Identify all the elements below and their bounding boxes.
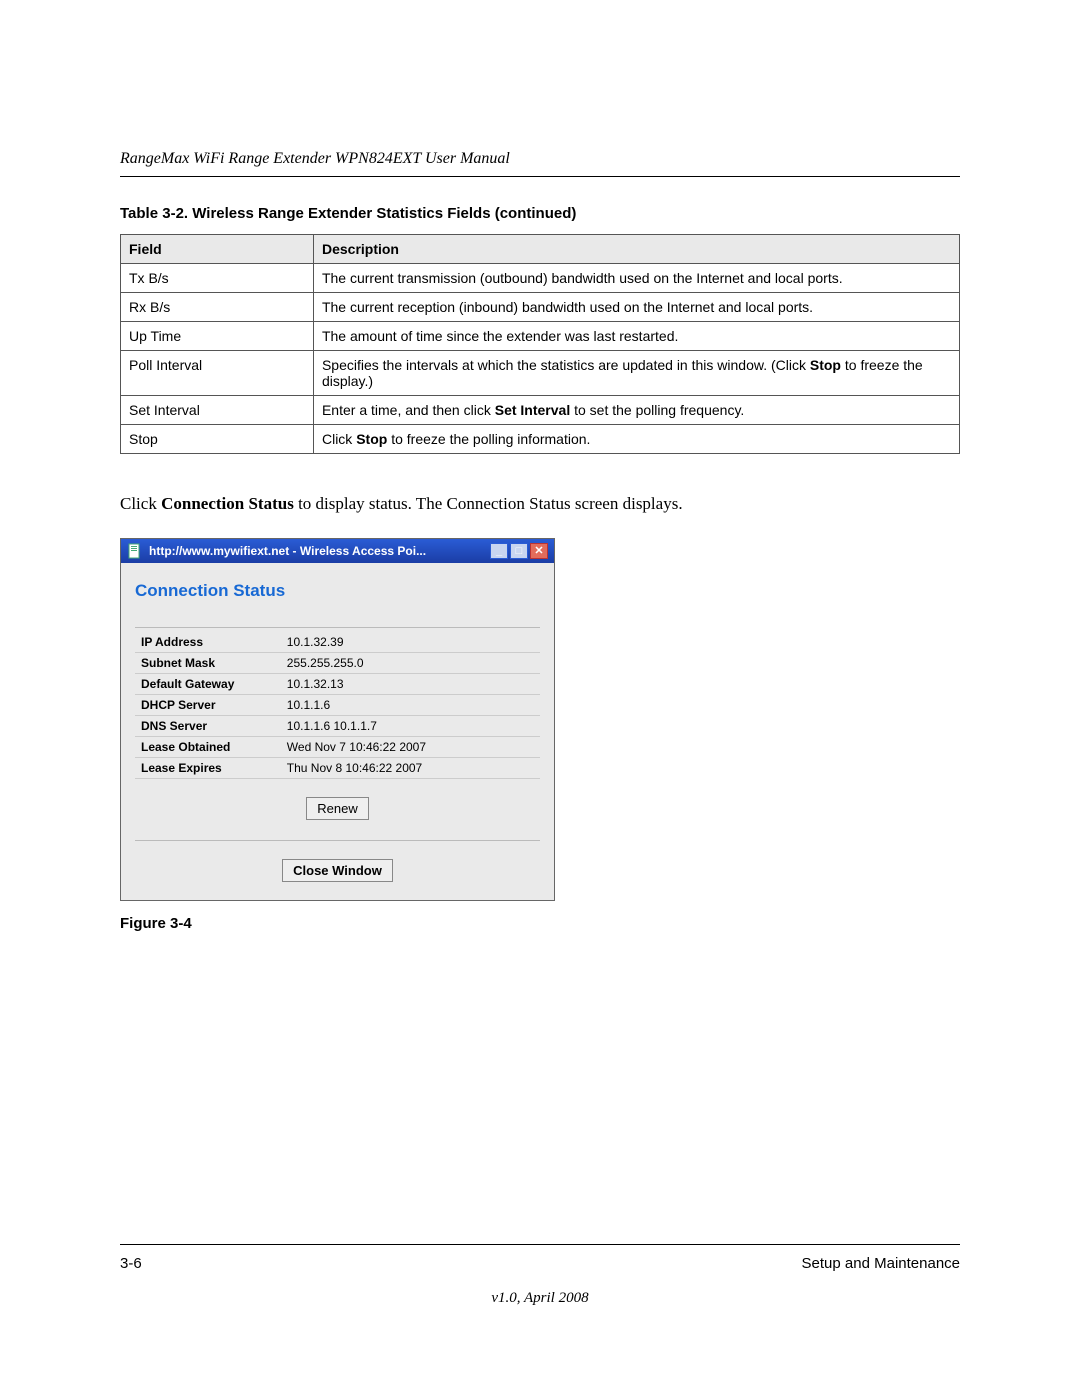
figure-caption: Figure 3-4 (120, 915, 960, 932)
connection-status-window: http://www.mywifiext.net - Wireless Acce… (120, 538, 555, 901)
conn-row: DHCP Server10.1.1.6 (135, 695, 540, 716)
cell-desc: The current transmission (outbound) band… (313, 264, 959, 293)
th-description: Description (313, 235, 959, 264)
bold-text: Set Interval (495, 402, 570, 418)
text: to freeze the polling information. (387, 431, 590, 447)
table-row: Tx B/s The current transmission (outboun… (121, 264, 960, 293)
cell-desc: Enter a time, and then click Set Interva… (313, 396, 959, 425)
cell-desc: Click Stop to freeze the polling informa… (313, 425, 959, 454)
renew-button[interactable]: Renew (306, 797, 368, 820)
cell-desc: Specifies the intervals at which the sta… (313, 351, 959, 396)
conn-row: Subnet Mask255.255.255.0 (135, 653, 540, 674)
bold-text: Stop (810, 357, 841, 373)
header-rule (120, 176, 960, 177)
cell-field: Rx B/s (121, 293, 314, 322)
text: Click (120, 494, 161, 513)
cell-desc: The current reception (inbound) bandwidt… (313, 293, 959, 322)
divider (135, 627, 540, 628)
conn-value: 10.1.32.13 (281, 674, 540, 695)
window-titlebar: http://www.mywifiext.net - Wireless Acce… (121, 539, 554, 563)
conn-value: Wed Nov 7 10:46:22 2007 (281, 737, 540, 758)
body-paragraph: Click Connection Status to display statu… (120, 494, 960, 514)
conn-label: Lease Expires (135, 758, 281, 779)
text: Enter a time, and then click (322, 402, 495, 418)
conn-row: IP Address10.1.32.39 (135, 632, 540, 653)
page-number: 3-6 (120, 1255, 142, 1272)
text: Specifies the intervals at which the sta… (322, 357, 810, 373)
connection-status-heading: Connection Status (135, 581, 540, 601)
conn-label: IP Address (135, 632, 281, 653)
page-footer: 3-6 Setup and Maintenance v1.0, April 20… (120, 1244, 960, 1307)
cell-field: Stop (121, 425, 314, 454)
cell-field: Poll Interval (121, 351, 314, 396)
stats-table: Field Description Tx B/s The current tra… (120, 234, 960, 454)
conn-value: Thu Nov 8 10:46:22 2007 (281, 758, 540, 779)
conn-label: Subnet Mask (135, 653, 281, 674)
table-row: Up Time The amount of time since the ext… (121, 322, 960, 351)
close-button[interactable]: ✕ (530, 543, 548, 559)
footer-rule (120, 1244, 960, 1245)
section-name: Setup and Maintenance (802, 1255, 960, 1272)
conn-label: Default Gateway (135, 674, 281, 695)
conn-row: Lease ObtainedWed Nov 7 10:46:22 2007 (135, 737, 540, 758)
version-text: v1.0, April 2008 (120, 1290, 960, 1307)
connection-status-table: IP Address10.1.32.39 Subnet Mask255.255.… (135, 632, 540, 779)
table-row: Set Interval Enter a time, and then clic… (121, 396, 960, 425)
text: to set the polling frequency. (570, 402, 744, 418)
page-header-title: RangeMax WiFi Range Extender WPN824EXT U… (120, 150, 960, 168)
conn-value: 10.1.32.39 (281, 632, 540, 653)
table-caption: Table 3-2. Wireless Range Extender Stati… (120, 205, 960, 222)
close-window-button[interactable]: Close Window (282, 859, 393, 882)
table-row: Poll Interval Specifies the intervals at… (121, 351, 960, 396)
maximize-button[interactable]: □ (510, 543, 528, 559)
bold-text: Connection Status (161, 494, 294, 513)
conn-row: Lease ExpiresThu Nov 8 10:46:22 2007 (135, 758, 540, 779)
conn-value: 255.255.255.0 (281, 653, 540, 674)
page-icon (127, 543, 143, 559)
minimize-button[interactable]: _ (490, 543, 508, 559)
conn-row: Default Gateway10.1.32.13 (135, 674, 540, 695)
text: Click (322, 431, 356, 447)
cell-desc: The amount of time since the extender wa… (313, 322, 959, 351)
text: to display status. The Connection Status… (294, 494, 683, 513)
conn-label: DHCP Server (135, 695, 281, 716)
conn-row: DNS Server10.1.1.6 10.1.1.7 (135, 716, 540, 737)
conn-value: 10.1.1.6 (281, 695, 540, 716)
table-row: Stop Click Stop to freeze the polling in… (121, 425, 960, 454)
table-row: Rx B/s The current reception (inbound) b… (121, 293, 960, 322)
cell-field: Set Interval (121, 396, 314, 425)
bold-text: Stop (356, 431, 387, 447)
th-field: Field (121, 235, 314, 264)
conn-label: Lease Obtained (135, 737, 281, 758)
conn-value: 10.1.1.6 10.1.1.7 (281, 716, 540, 737)
cell-field: Up Time (121, 322, 314, 351)
window-title-text: http://www.mywifiext.net - Wireless Acce… (149, 544, 426, 558)
cell-field: Tx B/s (121, 264, 314, 293)
conn-label: DNS Server (135, 716, 281, 737)
divider (135, 840, 540, 841)
